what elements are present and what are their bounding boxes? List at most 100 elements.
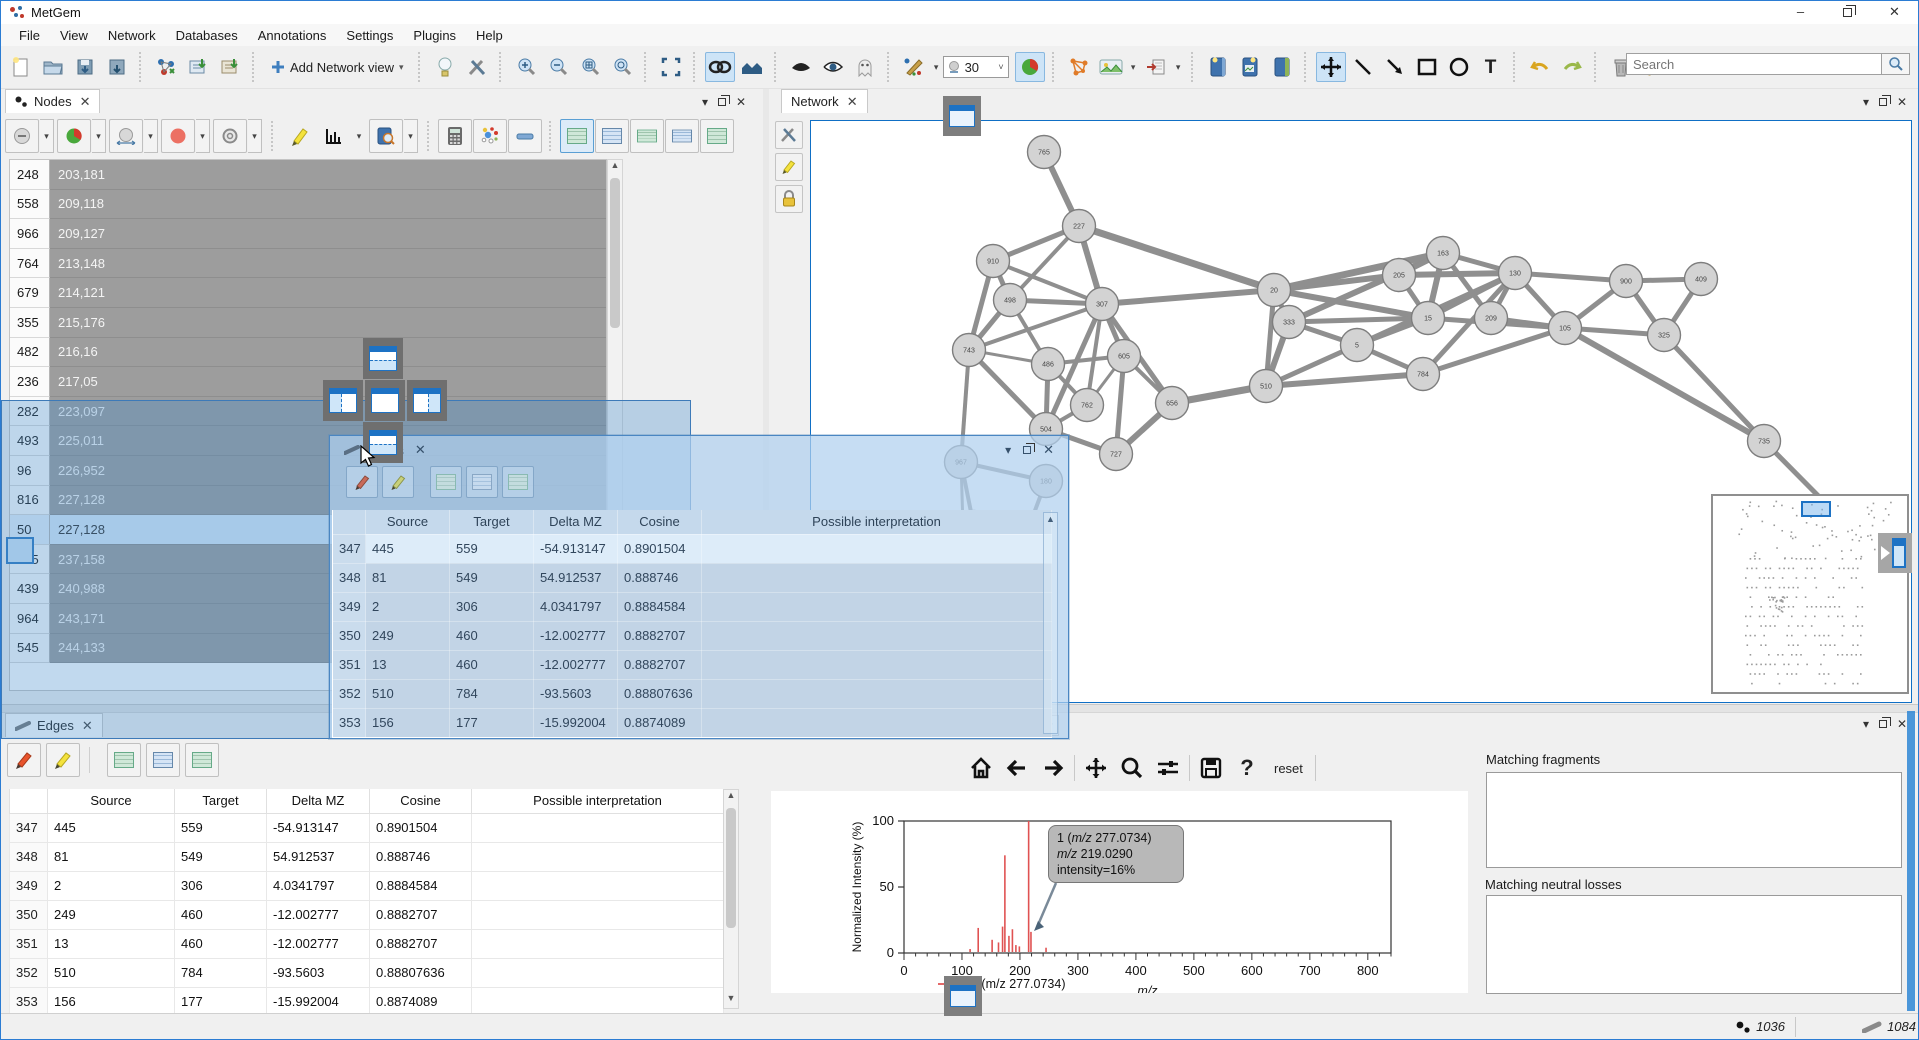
open-file-button[interactable] xyxy=(38,52,68,82)
zoom-in-button[interactable] xyxy=(511,52,541,82)
view-neighbors-button[interactable] xyxy=(466,466,498,498)
edges-table-row[interactable]: 352510784-93.56030.88807636 xyxy=(333,679,1052,708)
row-header[interactable]: 482 xyxy=(10,338,50,368)
row-header[interactable]: 347 xyxy=(333,534,366,563)
color-column-button[interactable] xyxy=(161,119,195,153)
cell[interactable]: 249 xyxy=(48,900,175,929)
export-network-button[interactable] xyxy=(1064,52,1094,82)
highlight-red-button[interactable] xyxy=(7,743,41,777)
cell[interactable]: 0.88807636 xyxy=(618,679,702,708)
network-node[interactable]: 227 xyxy=(1063,210,1096,243)
cell[interactable]: 81 xyxy=(366,563,450,592)
column-header-delta-mz[interactable]: Delta MZ xyxy=(267,789,370,813)
line-tool-button[interactable] xyxy=(1348,52,1378,82)
cell[interactable]: -93.5603 xyxy=(267,958,370,987)
minimize-button[interactable]: – xyxy=(1777,1,1824,23)
cell[interactable]: -12.002777 xyxy=(267,900,370,929)
network-node[interactable]: 765 xyxy=(1028,136,1061,169)
cell[interactable] xyxy=(472,842,724,871)
view-neighbors-button[interactable] xyxy=(146,743,180,777)
menu-item-annotations[interactable]: Annotations xyxy=(248,26,337,45)
row-value[interactable]: 203,181 xyxy=(50,160,606,190)
cell[interactable]: 156 xyxy=(48,987,175,1016)
menu-item-network[interactable]: Network xyxy=(98,26,166,45)
dock-close-icon[interactable]: ✕ xyxy=(1897,95,1907,109)
zoom-selected-button[interactable] xyxy=(607,52,637,82)
view-spectrum-dropdown[interactable]: ▾ xyxy=(352,119,366,153)
forward-icon[interactable] xyxy=(1038,753,1068,783)
network-node[interactable]: 656 xyxy=(1156,387,1189,420)
network-minimap[interactable] xyxy=(1711,494,1909,694)
dock-close-icon[interactable]: ✕ xyxy=(1043,442,1054,458)
row-header[interactable]: 236 xyxy=(10,367,50,397)
row-header[interactable]: 352 xyxy=(10,958,48,987)
cell[interactable]: 460 xyxy=(175,900,267,929)
scroll-up-icon[interactable]: ▲ xyxy=(724,790,738,805)
network-node[interactable]: 205 xyxy=(1383,259,1416,292)
cell[interactable] xyxy=(702,621,1052,650)
cell[interactable]: 0.8901504 xyxy=(618,534,702,563)
network-edge[interactable] xyxy=(1274,253,1443,290)
network-node[interactable]: 20 xyxy=(1258,274,1291,307)
row-header[interactable]: 353 xyxy=(10,987,48,1016)
cell[interactable] xyxy=(472,813,724,842)
cell[interactable]: 0.8882707 xyxy=(370,900,472,929)
cell[interactable]: 549 xyxy=(450,563,534,592)
reset-button[interactable]: reset xyxy=(1268,753,1309,783)
ghost-mode-button[interactable] xyxy=(850,52,880,82)
cell[interactable]: 13 xyxy=(48,929,175,958)
dock-menu-icon[interactable]: ▾ xyxy=(702,95,708,109)
tab-network[interactable]: Network ✕ xyxy=(781,89,868,113)
cell[interactable] xyxy=(472,900,724,929)
dock-menu-icon[interactable]: ▾ xyxy=(1863,95,1869,109)
network-annotate-button[interactable] xyxy=(775,153,803,181)
import-group-mapping-button[interactable] xyxy=(215,52,245,82)
row-header[interactable]: 351 xyxy=(333,650,366,679)
edges-table-row[interactable]: 353156177-15.9920040.8874089 xyxy=(10,987,724,1016)
row-header[interactable]: 558 xyxy=(10,190,50,220)
edges-table[interactable]: SourceTargetDelta MZCosinePossible inter… xyxy=(9,789,724,1017)
network-node[interactable]: 130 xyxy=(1499,257,1532,290)
cell[interactable] xyxy=(702,534,1052,563)
nodes-table-row[interactable]: 558209,118 xyxy=(10,190,606,220)
column-header-cosine[interactable]: Cosine xyxy=(618,510,702,534)
network-node[interactable]: 15 xyxy=(1412,302,1445,335)
row-header[interactable]: 352 xyxy=(333,679,366,708)
column-header-source[interactable]: Source xyxy=(366,510,450,534)
cell[interactable]: 0.8882707 xyxy=(618,650,702,679)
scrollbar-thumb[interactable] xyxy=(726,808,736,928)
cell[interactable] xyxy=(472,987,724,1016)
nodes-table-row[interactable]: 248203,181 xyxy=(10,160,606,190)
column-header-possible-interpretation[interactable]: Possible interpretation xyxy=(472,789,724,813)
edges-table-row[interactable]: 34923064.03417970.8884584 xyxy=(10,871,724,900)
row-value[interactable]: 214,121 xyxy=(50,278,606,308)
neighbors-button[interactable] xyxy=(737,52,767,82)
cell[interactable]: 2 xyxy=(48,871,175,900)
database-button[interactable] xyxy=(1203,52,1233,82)
edges-table-row[interactable]: 3488154954.9125370.888746 xyxy=(10,842,724,871)
network-node[interactable]: 409 xyxy=(1685,263,1718,296)
floating-edges-table[interactable]: SourceTargetDelta MZCosinePossible inter… xyxy=(332,510,1052,738)
cell[interactable]: 0.8884584 xyxy=(370,871,472,900)
edges-table-row[interactable]: 35113460-12.0027770.8882707 xyxy=(333,650,1052,679)
row-header[interactable]: 355 xyxy=(10,308,50,338)
view-neighbors-button[interactable] xyxy=(595,119,629,153)
row-header[interactable]: 348 xyxy=(10,842,48,871)
cell[interactable]: -12.002777 xyxy=(267,929,370,958)
move-tool-button[interactable] xyxy=(1316,52,1346,82)
cell[interactable]: 81 xyxy=(48,842,175,871)
pan-icon[interactable] xyxy=(1081,753,1111,783)
column-header-delta-mz[interactable]: Delta MZ xyxy=(534,510,618,534)
column-header-target[interactable]: Target xyxy=(450,510,534,534)
network-node[interactable]: 743 xyxy=(953,334,986,367)
edges-table-scrollbar[interactable]: ▲ ▼ xyxy=(723,789,739,1009)
process-network-button[interactable] xyxy=(151,52,181,82)
scrollbar-thumb[interactable] xyxy=(610,178,620,328)
zoom-icon[interactable] xyxy=(1117,753,1147,783)
network-node[interactable]: 325 xyxy=(1648,319,1681,352)
network-edge[interactable] xyxy=(1664,335,1764,441)
cell[interactable]: 54.912537 xyxy=(534,563,618,592)
cell[interactable] xyxy=(702,650,1052,679)
floating-table-scrollbar[interactable]: ▲ xyxy=(1043,512,1058,734)
network-node[interactable]: 105 xyxy=(1549,312,1582,345)
